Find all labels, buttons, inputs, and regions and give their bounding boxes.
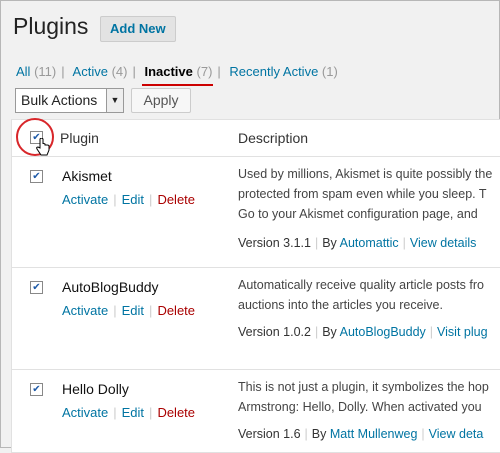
hand-cursor-icon	[36, 138, 50, 156]
chevron-down-icon[interactable]: ▼	[106, 89, 123, 112]
plugin-description: This is not just a plugin, it symbolizes…	[238, 380, 489, 414]
table-row: ✔ Akismet Activate | Edit | Delete Used by m…	[12, 157, 500, 268]
apply-button[interactable]: Apply	[131, 88, 191, 113]
view-details-link[interactable]: View details	[410, 236, 476, 250]
view-details-link[interactable]: View deta	[429, 427, 484, 441]
plugin-meta: Version 1.6 | By Matt Mullenweg | View deta	[238, 427, 484, 441]
edit-link[interactable]: Edit	[122, 303, 144, 318]
activate-link[interactable]: Activate	[62, 303, 108, 318]
plugin-description: Used by millions, Akismet is quite possi…	[238, 167, 493, 221]
delete-link[interactable]: Delete	[157, 192, 195, 207]
delete-link[interactable]: Delete	[157, 405, 195, 420]
table-header: ✔ Plugin Description	[12, 118, 500, 157]
row-actions: Activate | Edit | Delete	[62, 192, 196, 207]
column-header-plugin: Plugin	[60, 130, 99, 146]
table-row: ✔ AutoBlogBuddy Activate | Edit | Delete Aut…	[12, 268, 500, 370]
plugin-name: AutoBlogBuddy	[62, 279, 159, 295]
edit-link[interactable]: Edit	[122, 192, 144, 207]
table-row: ✔ Hello Dolly Activate | Edit | Delete This …	[12, 370, 500, 452]
bulk-actions-select[interactable]: Bulk Actions ▼	[15, 88, 124, 113]
page-title: Plugins	[13, 13, 89, 39]
inactive-underline-annotation	[142, 84, 213, 86]
filter-all-link[interactable]: All (11)	[16, 64, 56, 79]
visit-plugin-link[interactable]: Visit plug	[437, 325, 488, 339]
edit-link[interactable]: Edit	[122, 405, 144, 420]
row-checkbox[interactable]: ✔	[30, 170, 43, 183]
row-checkbox[interactable]: ✔	[30, 383, 43, 396]
row-actions: Activate | Edit | Delete	[62, 303, 196, 318]
row-actions: Activate | Edit | Delete	[62, 405, 196, 420]
plugin-name: Hello Dolly	[62, 381, 129, 397]
column-header-description: Description	[238, 130, 309, 146]
plugin-name: Akismet	[62, 168, 112, 184]
status-filter-links: All (11) | Active (4) | Inactive (7) | Rece…	[16, 64, 338, 79]
plugin-description: Automatically receive quality article po…	[238, 278, 484, 312]
author-link[interactable]: AutoBlogBuddy	[340, 325, 426, 339]
plugin-meta: Version 1.0.2 | By AutoBlogBuddy | Visit plu…	[238, 325, 488, 339]
plugins-table: ✔ Plugin Description ✔ Akismet Activate |…	[11, 118, 500, 453]
author-link[interactable]: Automattic	[340, 236, 399, 250]
row-checkbox[interactable]: ✔	[30, 281, 43, 294]
delete-link[interactable]: Delete	[157, 303, 195, 318]
activate-link[interactable]: Activate	[62, 192, 108, 207]
add-new-button[interactable]: Add New	[100, 16, 176, 42]
filter-active-link[interactable]: Active (4)	[73, 64, 128, 79]
activate-link[interactable]: Activate	[62, 405, 108, 420]
plugin-meta: Version 3.1.1 | By Automattic | View details	[238, 236, 477, 250]
filter-recently-active-link[interactable]: Recently Active (1)	[229, 64, 337, 79]
filter-inactive-link[interactable]: Inactive (7)	[144, 64, 212, 79]
author-link[interactable]: Matt Mullenweg	[330, 427, 418, 441]
